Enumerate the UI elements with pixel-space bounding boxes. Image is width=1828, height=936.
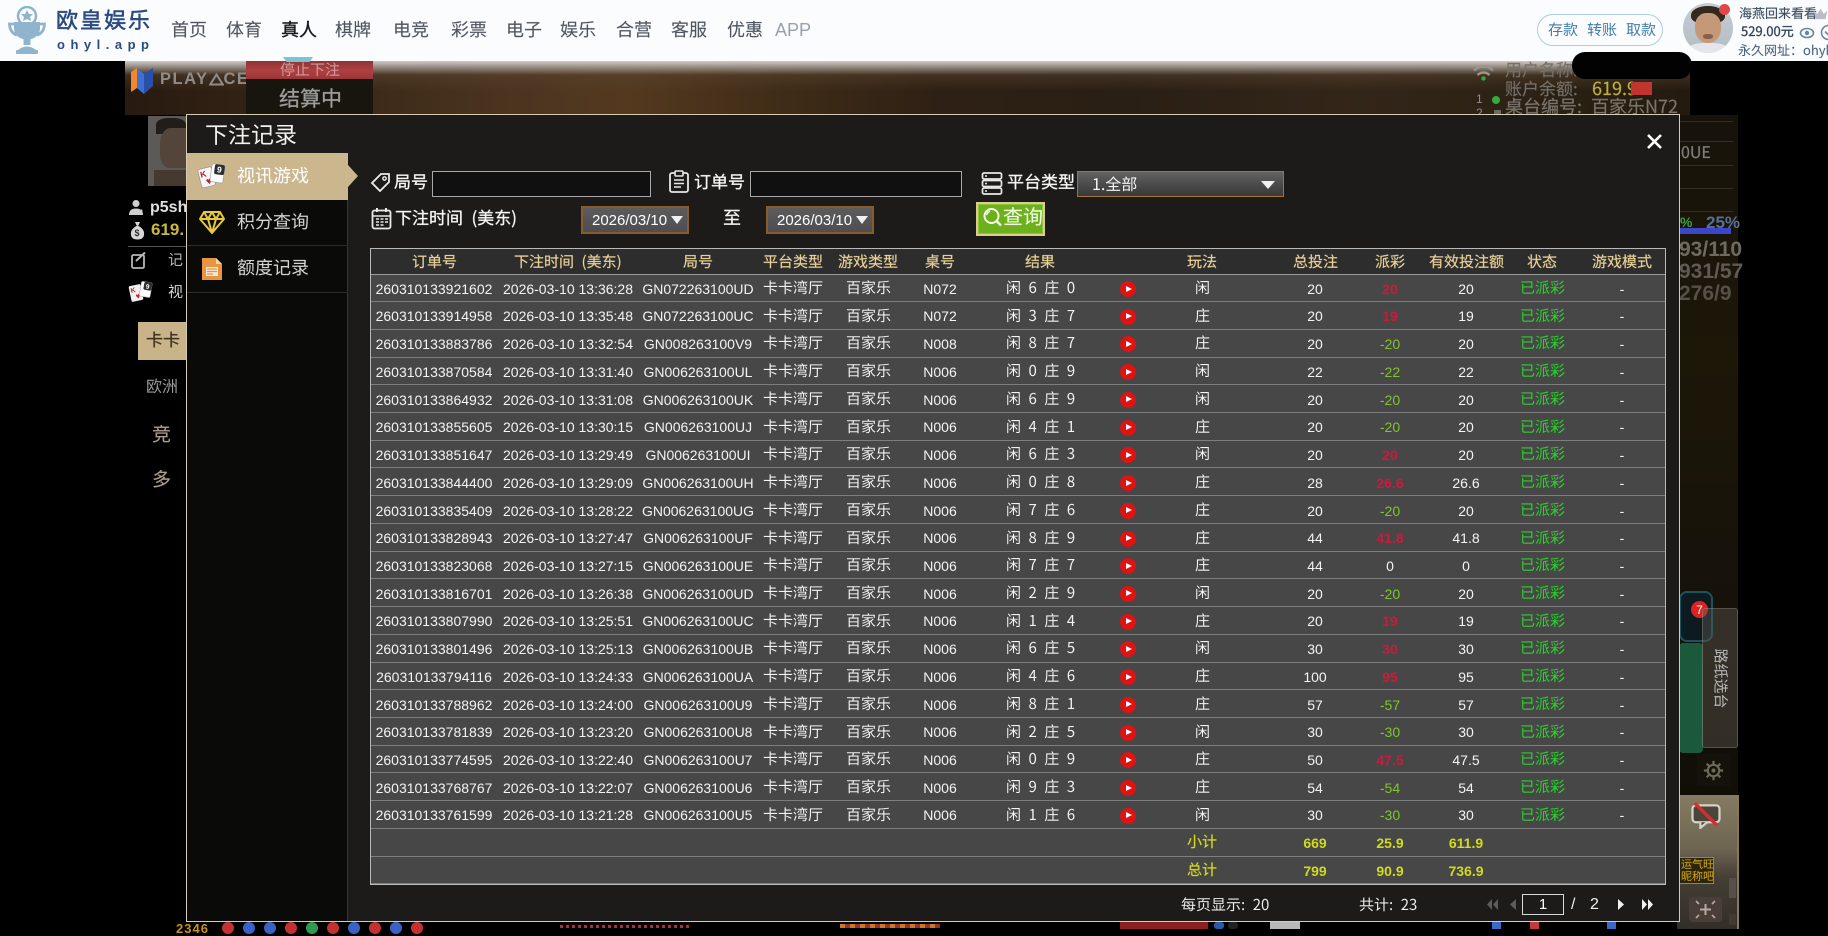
svg-text:*: * <box>140 208 143 216</box>
svg-text:$: $ <box>135 228 140 238</box>
